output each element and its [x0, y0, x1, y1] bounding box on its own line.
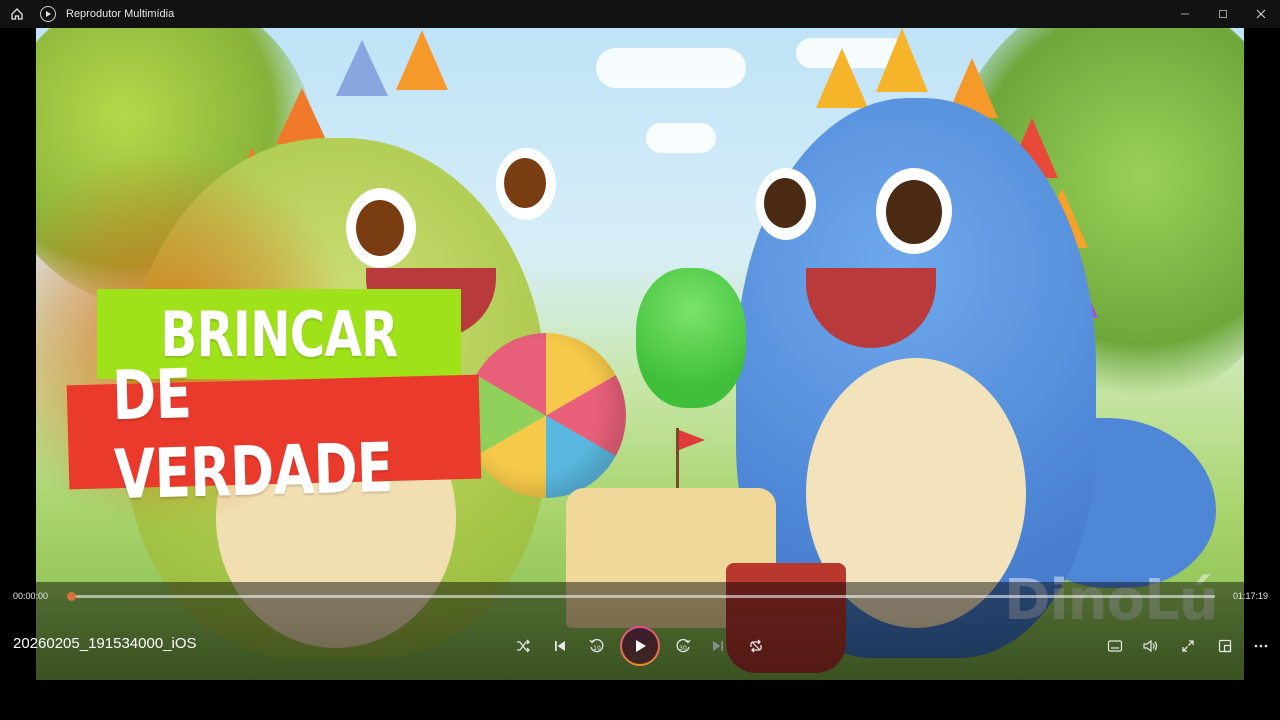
minimize-icon [1181, 13, 1189, 15]
media-player-icon [40, 6, 56, 22]
flag-icon [679, 430, 705, 450]
green-dinosaur-pupil [504, 158, 546, 208]
next-icon [713, 641, 723, 651]
blue-dinosaur-pupil [886, 180, 942, 244]
dino-spike [876, 28, 928, 92]
play-button[interactable] [620, 626, 660, 666]
green-dinosaur-pupil [356, 200, 404, 256]
current-time: 00:00:00 [13, 591, 49, 601]
volume-icon [1143, 639, 1158, 653]
miniplayer-icon [1218, 639, 1232, 653]
home-icon [11, 8, 23, 20]
previous-icon [555, 641, 565, 651]
volume-button[interactable] [1137, 633, 1163, 659]
repeat-icon [750, 639, 762, 653]
player-controls: 00:00:00 01:17:19 20260205_191534000_iOS… [0, 582, 1280, 680]
home-button[interactable] [0, 0, 34, 28]
forward-30-icon: 30 [676, 638, 691, 653]
play-icon [636, 640, 646, 652]
previous-button[interactable] [547, 633, 573, 659]
next-button[interactable] [705, 633, 731, 659]
captions-button[interactable] [1102, 633, 1128, 659]
seek-bar[interactable] [72, 595, 1215, 598]
media-filename: 20260205_191534000_iOS [13, 635, 197, 652]
rewind-10-label: 10 [593, 645, 601, 652]
shuffle-button[interactable] [510, 633, 536, 659]
more-icon [1254, 644, 1268, 648]
blue-dinosaur-pupil [764, 178, 806, 228]
title-banner-red: DE VERDADE [66, 355, 482, 516]
shuffle-icon [517, 639, 530, 653]
beach-ball [466, 333, 626, 498]
seek-bar-thumb[interactable] [67, 592, 76, 601]
dino-spike [276, 88, 328, 144]
maximize-button[interactable] [1204, 0, 1242, 28]
miniplayer-button[interactable] [1212, 633, 1238, 659]
cloud [646, 123, 716, 153]
green-toy [636, 268, 746, 408]
rewind-10-button[interactable]: 10 [584, 633, 610, 659]
captions-icon [1107, 640, 1123, 652]
repeat-button[interactable] [743, 633, 769, 659]
close-button[interactable] [1242, 0, 1280, 28]
dino-spike [816, 48, 868, 108]
dino-spike [396, 30, 448, 90]
fullscreen-icon [1182, 640, 1194, 652]
app-title: Reprodutor Multimídia [66, 8, 175, 20]
close-icon [1256, 9, 1266, 19]
more-options-button[interactable] [1248, 633, 1274, 659]
dino-spike [336, 40, 388, 96]
maximize-icon [1219, 10, 1227, 18]
fullscreen-button[interactable] [1175, 633, 1201, 659]
forward-30-button[interactable]: 30 [670, 633, 696, 659]
rewind-10-icon: 10 [589, 638, 604, 653]
forward-30-label: 30 [679, 645, 687, 652]
title-line-2: DE VERDADE [111, 355, 394, 516]
total-time: 01:17:19 [1233, 591, 1269, 601]
cloud [596, 48, 746, 88]
minimize-button[interactable] [1166, 0, 1204, 28]
window-controls [1166, 0, 1280, 28]
title-bar: Reprodutor Multimídia [0, 0, 1280, 28]
